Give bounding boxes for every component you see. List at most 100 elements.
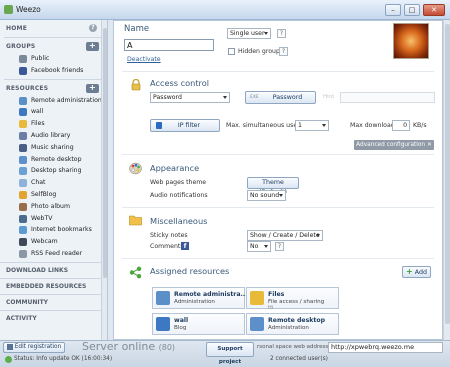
user-mode-value: Single user: [230, 30, 265, 37]
add-resource-button[interactable]: + Add: [402, 266, 431, 278]
sidebar-section-link[interactable]: DOWNLOAD LINKS: [0, 261, 107, 278]
sidebar-item-resource[interactable]: SelfBlog: [0, 189, 107, 201]
sidebar-item-resource[interactable]: Audio library: [0, 130, 107, 142]
user-mode-select[interactable]: Single user: [227, 28, 271, 39]
sidebar-item-label: Music sharing: [31, 143, 74, 151]
sidebar-scrollbar[interactable]: [101, 20, 107, 340]
deactivate-link[interactable]: Deactivate: [127, 56, 161, 63]
bookmark-icon: [19, 226, 27, 235]
sidebar-groups-header[interactable]: GROUPS +: [0, 40, 107, 53]
scrollbar-thumb[interactable]: [445, 24, 450, 324]
edit-registration-button[interactable]: Edit registration: [3, 342, 65, 353]
theme-button[interactable]: Theme (Default): [247, 177, 299, 196]
ip-filter-button[interactable]: IP filter: [150, 119, 220, 132]
access-method-select[interactable]: Password: [150, 92, 230, 103]
sidebar-section-link[interactable]: COMMUNITY: [0, 293, 107, 310]
sidebar-item-resource[interactable]: wall: [0, 106, 107, 118]
sidebar-home[interactable]: HOME ?: [0, 22, 107, 35]
sidebar-item-resource[interactable]: Photo album: [0, 201, 107, 213]
misc-title: Miscellaneous: [150, 216, 208, 226]
section-divider: [122, 71, 434, 72]
support-project-button[interactable]: Support project: [206, 342, 254, 365]
lock-icon: [130, 78, 142, 91]
tv-icon: [19, 214, 27, 223]
assigned-resource-card[interactable]: Remote desktop Administration: [246, 313, 339, 335]
rss-icon: [19, 249, 27, 258]
sidebar-item-resource[interactable]: Webcam: [0, 236, 107, 248]
resources-list: Remote administration wall Files Audio libr…: [0, 95, 107, 260]
folder-icon: [129, 214, 142, 226]
sidebar-item-resource[interactable]: Remote desktop: [0, 154, 107, 166]
sidebar-resources-header[interactable]: RESOURCES +: [0, 82, 107, 95]
edit-icon: [6, 343, 13, 350]
help-icon[interactable]: ?: [89, 24, 97, 32]
sidebar-item-group[interactable]: Public: [0, 53, 107, 65]
card-tag: Hi: [268, 305, 274, 311]
section-divider: [122, 154, 434, 155]
sticky-notes-value: Show / Create / Delete: [250, 232, 320, 239]
hidden-group-checkbox[interactable]: [228, 48, 235, 55]
key-prefix: EXE: [250, 95, 259, 100]
audio-notifications-label: Audio notifications: [150, 192, 208, 199]
ip-filter-label: IP filter: [177, 122, 201, 129]
add-resource-button[interactable]: +: [86, 83, 99, 93]
sidebar-item-resource[interactable]: Remote administration: [0, 95, 107, 107]
assigned-resource-card[interactable]: Files File access / sharing Hi: [246, 287, 339, 311]
max-download-label: Max download: [350, 122, 395, 129]
personal-space-label: rsonal space web address: [257, 344, 329, 350]
help-icon[interactable]: ?: [275, 242, 284, 251]
password-button-label: Password: [272, 94, 303, 101]
add-group-button[interactable]: +: [86, 42, 99, 51]
sidebar-item-label: Webcam: [31, 238, 58, 246]
sidebar-home-label: HOME: [6, 25, 27, 32]
sidebar: HOME ? GROUPS + Public Facebook friends R…: [0, 20, 108, 340]
password-button[interactable]: EXE Password: [245, 91, 316, 104]
close-button[interactable]: ✕: [423, 4, 445, 16]
group-avatar[interactable]: [393, 23, 429, 59]
sidebar-item-label: WebTV: [31, 214, 53, 222]
comments-value: No: [250, 243, 259, 250]
admin-icon: [19, 96, 27, 105]
sidebar-item-label: Public: [31, 55, 50, 62]
sidebar-item-resource[interactable]: Internet bookmarks: [0, 224, 107, 236]
facebook-icon: [19, 66, 27, 75]
scrollbar-thumb[interactable]: [103, 28, 107, 278]
assigned-resources-title: Assigned resources: [150, 266, 230, 276]
sidebar-item-resource[interactable]: RSS Feed reader: [0, 248, 107, 260]
access-control-title: Access control: [150, 78, 210, 88]
card-title: wall: [174, 317, 189, 324]
max-users-value: 1: [298, 122, 302, 129]
help-icon[interactable]: ?: [279, 47, 288, 56]
minimize-button[interactable]: –: [385, 4, 401, 16]
max-download-input[interactable]: 0: [392, 120, 410, 131]
sidebar-section-link[interactable]: EMBEDDED RESOURCES: [0, 277, 107, 294]
sidebar-item-resource[interactable]: Chat: [0, 177, 107, 189]
maximize-button[interactable]: □: [404, 4, 420, 16]
sidebar-item-group[interactable]: Facebook friends: [0, 65, 107, 77]
audio-notifications-select[interactable]: No sound: [247, 190, 286, 201]
assigned-resource-card[interactable]: Remote administra... Administration: [152, 287, 248, 309]
comments-select[interactable]: No: [247, 241, 271, 252]
assigned-resource-card[interactable]: wall Blog: [152, 313, 245, 335]
help-icon[interactable]: ?: [277, 29, 286, 38]
music-icon: [19, 143, 27, 152]
group-name-input[interactable]: A: [124, 39, 214, 51]
max-users-select[interactable]: 1: [295, 120, 329, 131]
main-scrollbar[interactable]: [443, 20, 450, 340]
sidebar-item-resource[interactable]: Files: [0, 118, 107, 130]
sidebar-section-link[interactable]: ACTIVITY: [0, 309, 107, 326]
sidebar-item-resource[interactable]: Music sharing: [0, 142, 107, 154]
section-divider: [122, 207, 434, 208]
sidebar-item-label: Files: [31, 120, 45, 128]
sidebar-item-resource[interactable]: Desktop sharing: [0, 165, 107, 177]
sticky-notes-label: Sticky notes: [150, 232, 188, 239]
audio-notifications-value: No sound: [250, 192, 280, 199]
advanced-config-button[interactable]: Advanced configuration ✕: [354, 140, 434, 150]
hint-input[interactable]: [340, 92, 435, 103]
sticky-notes-select[interactable]: Show / Create / Delete: [247, 230, 323, 241]
web-address-field[interactable]: http://xpwebrq.weezo.me: [328, 342, 443, 353]
sidebar-item-resource[interactable]: WebTV: [0, 213, 107, 225]
chevron-down-icon: [316, 234, 320, 237]
card-title: Files: [268, 291, 285, 298]
sidebar-divider: [4, 78, 103, 80]
